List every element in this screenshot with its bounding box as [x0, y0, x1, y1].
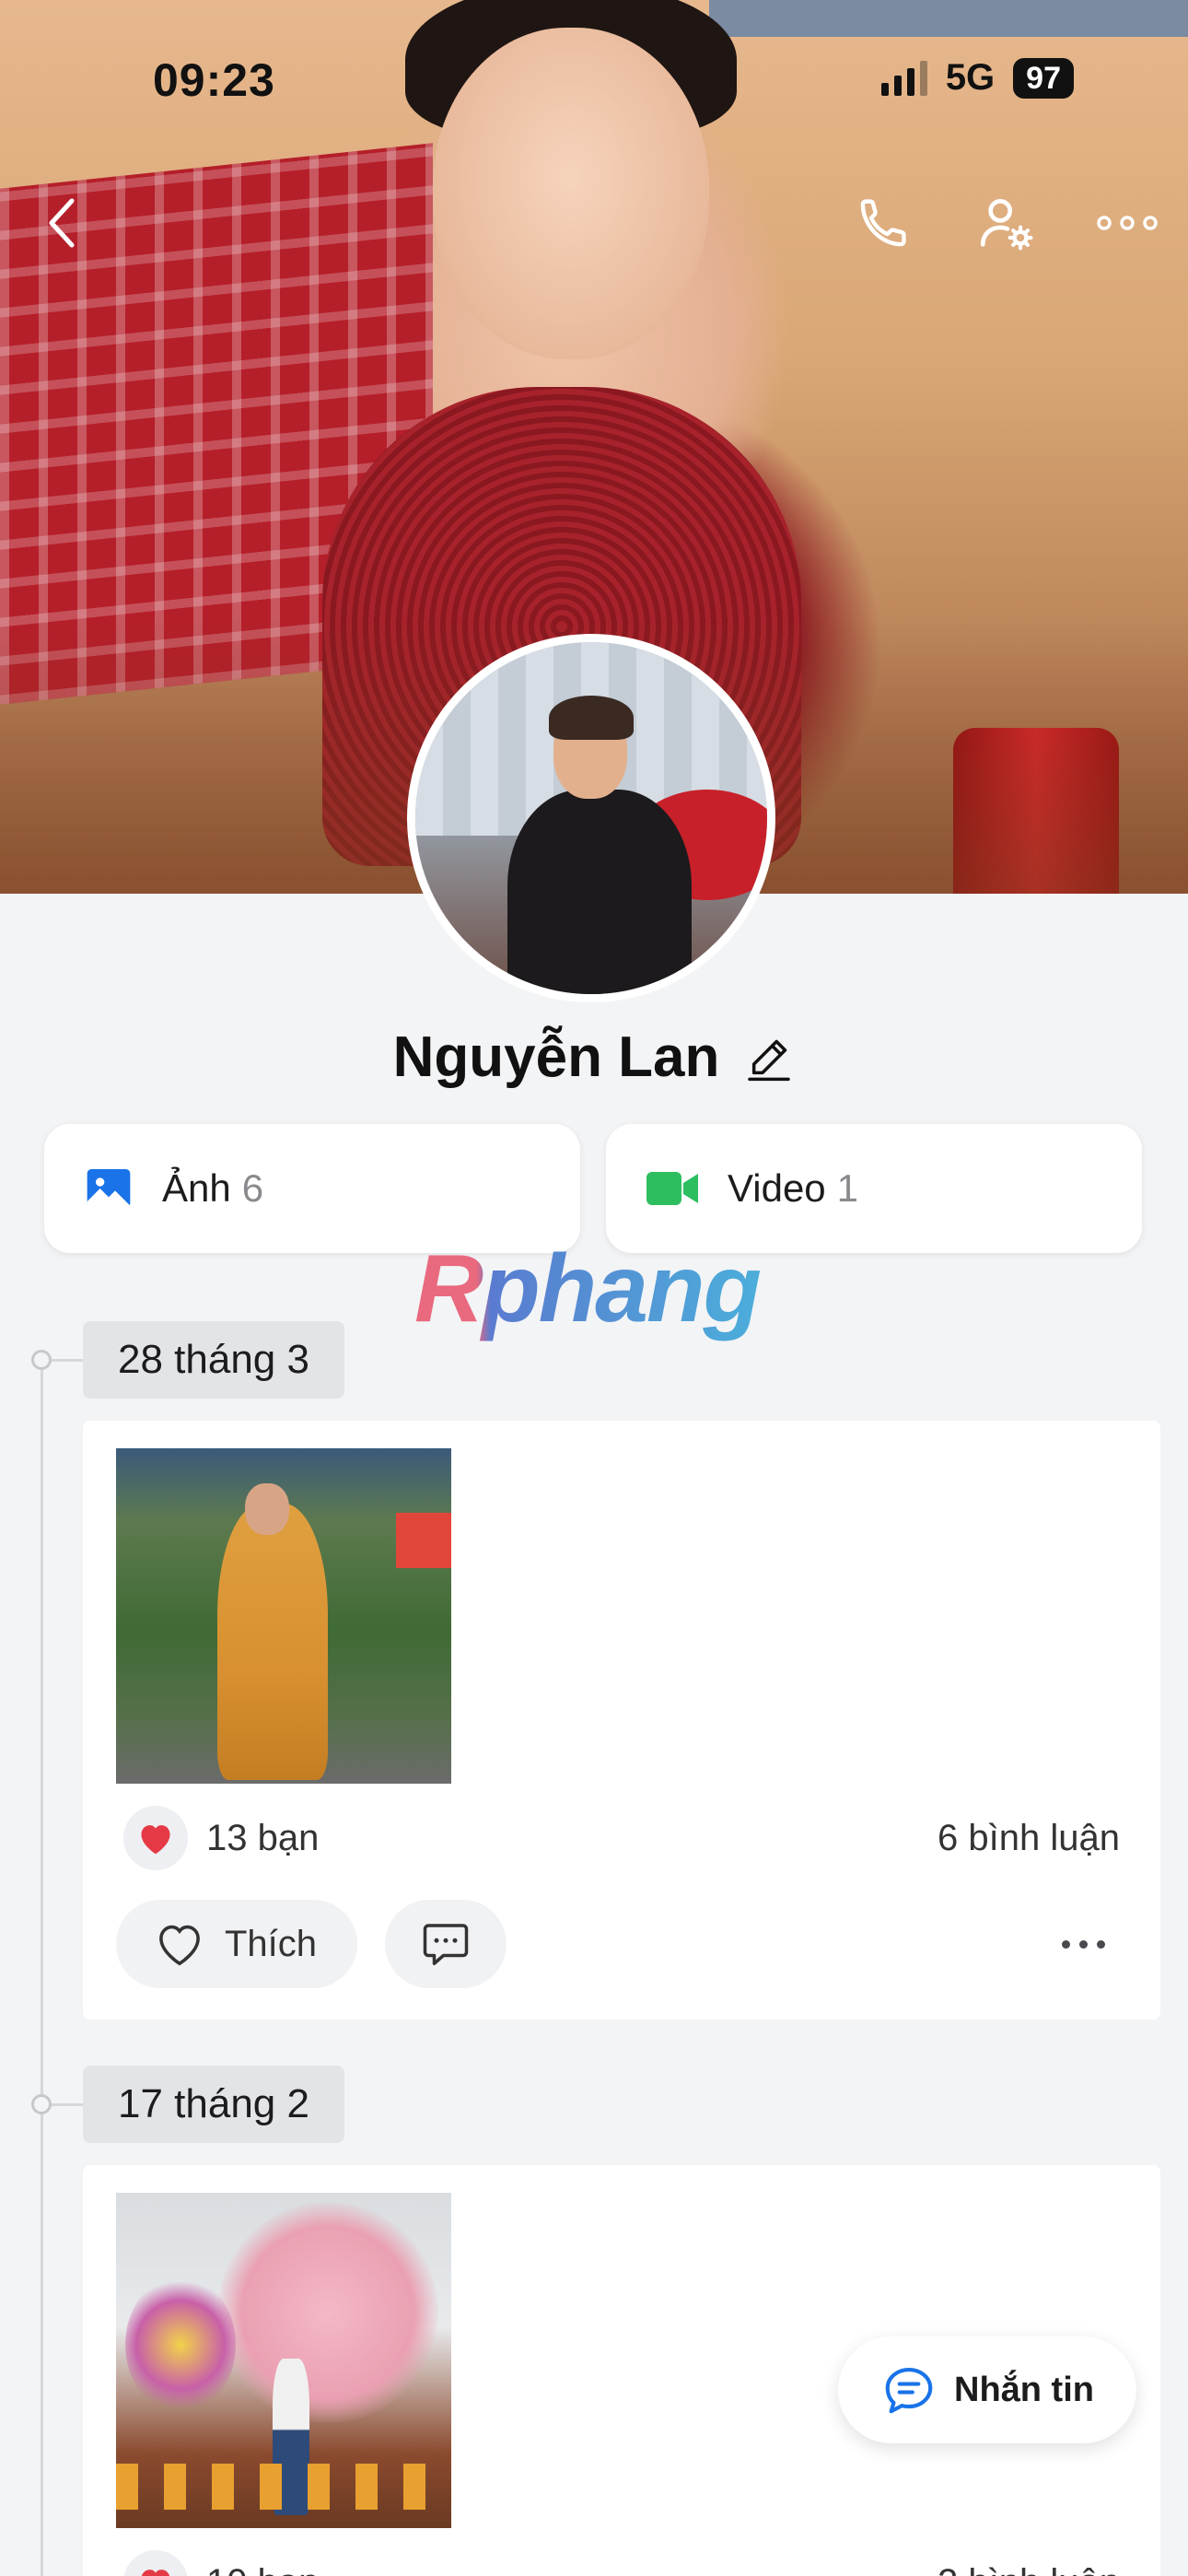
date-chip: 28 tháng 3	[83, 1321, 344, 1399]
action-row: Thích	[116, 1900, 1127, 1988]
post-photo[interactable]	[116, 2193, 451, 2528]
photo-flowers	[125, 2276, 236, 2414]
avatar-hair	[549, 696, 634, 740]
profile-name: Nguyễn Lan	[392, 1025, 720, 1089]
videos-count: 1	[836, 1166, 859, 1210]
image-icon	[87, 1169, 131, 1208]
signal-icon	[880, 60, 927, 96]
photo-blossom-tree	[217, 2202, 438, 2423]
timeline-dot	[31, 2094, 52, 2114]
date-chip: 17 tháng 2	[83, 2066, 344, 2143]
timeline-connector	[52, 2103, 85, 2106]
network-label: 5G	[945, 57, 996, 98]
like-label: Thích	[225, 1923, 318, 1964]
battery-indicator: 97	[1013, 57, 1074, 99]
photo-flower-pots	[116, 2464, 451, 2510]
more-options-button[interactable]	[1087, 182, 1168, 263]
post-photo[interactable]	[116, 1448, 451, 1784]
reaction-row: 10 bạn 2 bình luận	[123, 2550, 1120, 2576]
call-button[interactable]	[844, 182, 925, 263]
timeline-line	[41, 1358, 43, 2576]
profile-avatar[interactable]	[407, 634, 775, 1002]
message-button[interactable]: Nhắn tin	[838, 2336, 1136, 2443]
heart-outline-icon	[159, 1925, 200, 1966]
profile-settings-button[interactable]	[965, 182, 1046, 263]
comment-count[interactable]: 2 bình luận	[938, 2562, 1120, 2576]
reaction-row: 13 bạn 6 bình luận	[123, 1806, 1120, 1870]
photo-person-head	[245, 1483, 289, 1535]
status-time: 09:23	[153, 54, 275, 106]
more-horizontal-icon	[1097, 216, 1158, 230]
avatar-body	[507, 790, 692, 994]
reaction-count: 13 bạn	[206, 1817, 320, 1858]
videos-tab[interactable]: Video 1	[606, 1124, 1142, 1253]
timeline-dot	[31, 1350, 52, 1370]
reaction-summary[interactable]: 10 bạn	[123, 2550, 319, 2576]
post-more-icon[interactable]	[1062, 1939, 1105, 1949]
back-button[interactable]	[22, 182, 103, 263]
reaction-summary[interactable]: 13 bạn	[123, 1806, 319, 1870]
chat-bubble-icon	[885, 2367, 933, 2414]
heart-reaction-icon	[123, 2550, 188, 2576]
timeline-connector	[52, 1359, 85, 1362]
comment-button[interactable]	[385, 1900, 507, 1988]
post-card: 13 bạn 6 bình luận Thích	[83, 1421, 1160, 2020]
photos-tab[interactable]: Ảnh 6	[44, 1124, 580, 1253]
photo-detail	[396, 1513, 451, 1568]
videos-label: Video	[728, 1166, 826, 1210]
profile-name-row: Nguyễn Lan	[0, 1025, 1188, 1090]
phone-icon	[860, 199, 906, 247]
photo-person	[217, 1504, 328, 1780]
photos-label: Ảnh	[162, 1166, 231, 1210]
watermark-logo: Rphang	[414, 1235, 762, 1342]
photos-count: 6	[241, 1166, 264, 1210]
status-indicators: 5G 97	[880, 57, 1074, 99]
video-camera-icon	[646, 1172, 698, 1205]
comment-icon	[423, 1924, 469, 1965]
heart-reaction-icon	[123, 1806, 188, 1870]
message-button-label: Nhắn tin	[954, 2370, 1094, 2409]
videos-label-group: Video 1	[728, 1166, 858, 1211]
cover-wall-stripe	[709, 0, 1188, 37]
chevron-left-icon	[49, 198, 75, 248]
user-settings-icon	[980, 199, 1033, 251]
like-button[interactable]: Thích	[116, 1900, 358, 1988]
pencil-icon[interactable]	[743, 1032, 795, 1083]
cover-face	[433, 28, 709, 359]
photos-label-group: Ảnh 6	[162, 1166, 263, 1211]
comment-count[interactable]: 6 bình luận	[938, 1818, 1120, 1859]
reaction-count: 10 bạn	[206, 2562, 319, 2576]
